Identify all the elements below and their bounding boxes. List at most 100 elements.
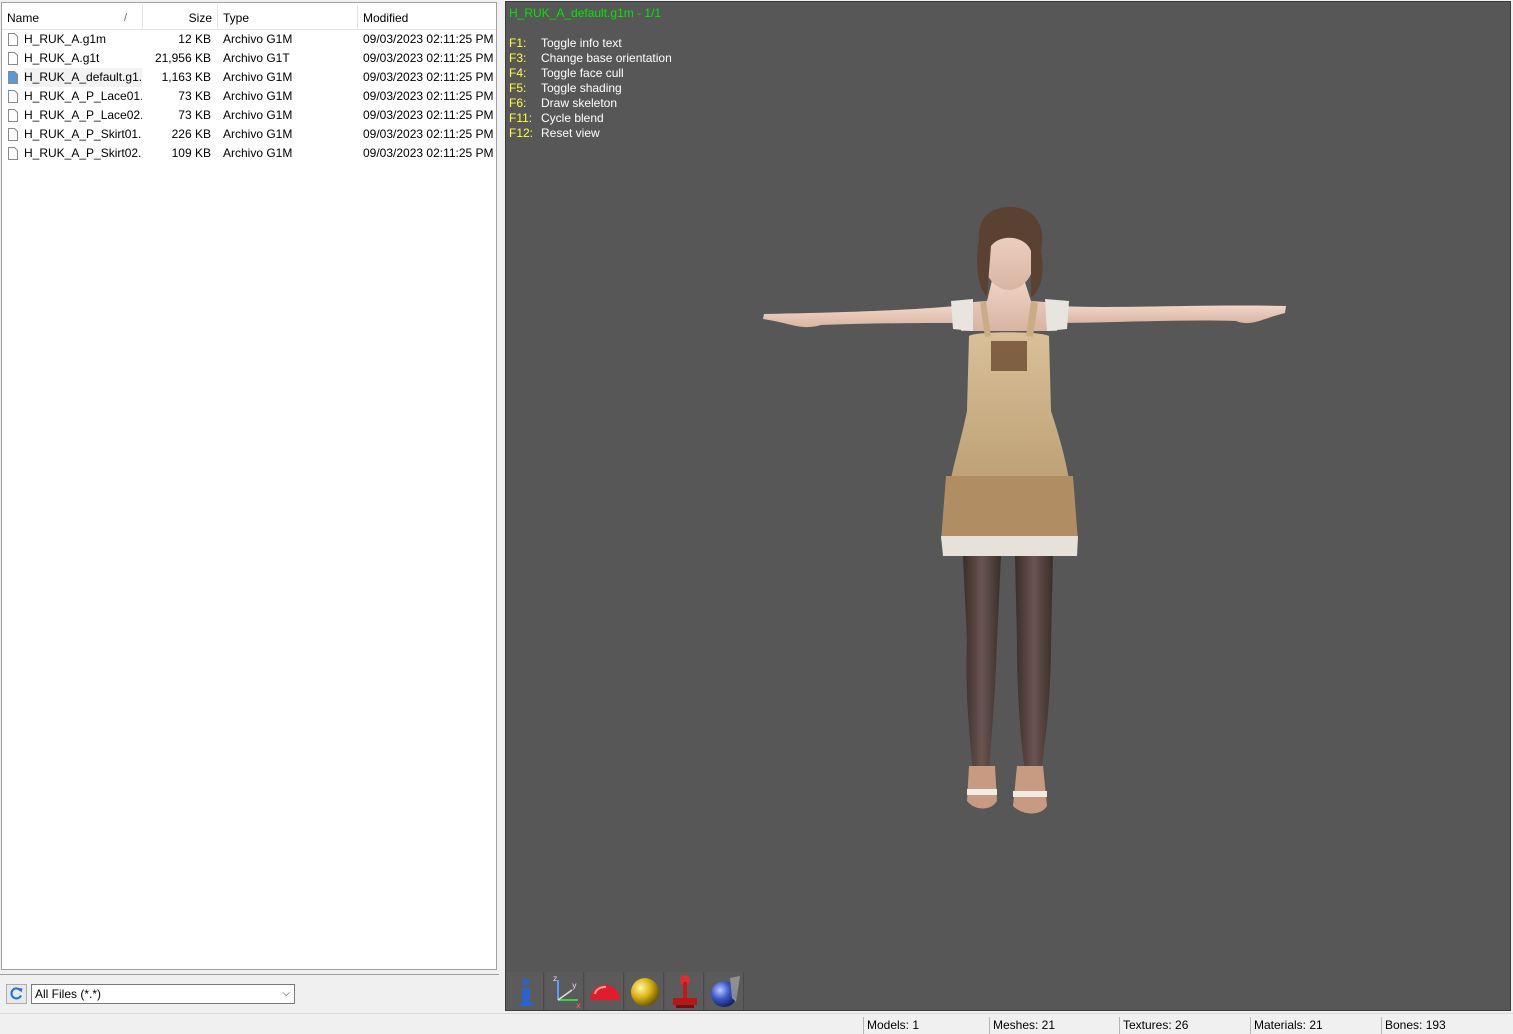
help-text: Toggle info text	[541, 36, 622, 50]
status-bar: Models: 1 Meshes: 21 Textures: 26 Materi…	[0, 1013, 1513, 1034]
file-size: 73 KB	[178, 108, 211, 122]
help-key: F1:	[509, 36, 527, 50]
column-header-size[interactable]: Size	[143, 5, 218, 29]
file-name: H_RUK_A_default.g1...	[24, 68, 142, 87]
help-key: F6:	[509, 96, 527, 110]
file-modified: 09/03/2023 02:11:25 PM	[363, 146, 493, 160]
file-type: Archivo G1M	[223, 32, 293, 46]
file-row[interactable]: H_RUK_A_P_Lace02.... 73 KB Archivo G1M 09/0…	[2, 106, 496, 125]
file-browser-pane: Name / Size Type Modified H_RUK_A.g1m 12 …	[0, 0, 499, 1013]
list-header: Name / Size Type Modified	[2, 5, 496, 30]
status-meshes: Meshes: 21	[989, 1017, 1119, 1034]
help-text: Toggle face cull	[541, 66, 624, 80]
file-size: 226 KB	[171, 127, 211, 141]
file-modified: 09/03/2023 02:11:25 PM	[363, 89, 493, 103]
column-modified-label: Modified	[363, 11, 409, 25]
status-models: Models: 1	[863, 1017, 989, 1034]
file-size: 1,163 KB	[161, 70, 211, 84]
help-text: Draw skeleton	[541, 96, 618, 110]
file-type: Archivo G1M	[223, 127, 293, 141]
svg-text:y: y	[572, 981, 577, 990]
file-row[interactable]: H_RUK_A_default.g1... 1,163 KB Archivo G1M…	[2, 68, 496, 87]
viewport-toolbar: z y x	[506, 972, 746, 1010]
file-modified: 09/03/2023 02:11:25 PM	[363, 127, 493, 141]
file-modified: 09/03/2023 02:11:25 PM	[363, 70, 493, 84]
help-key: F12:	[509, 126, 534, 140]
file-icon	[8, 90, 18, 103]
model-viewport[interactable]: H_RUK_A_default.g1m - 1/1 F1: Toggle info…	[505, 1, 1511, 1011]
column-size-label: Size	[188, 11, 212, 25]
status-textures: Textures: 26	[1119, 1017, 1250, 1034]
joystick-icon	[673, 975, 697, 1008]
info-button[interactable]	[506, 972, 544, 1010]
file-list[interactable]: Name / Size Type Modified H_RUK_A.g1m 12 …	[1, 2, 497, 970]
file-icon	[8, 52, 18, 65]
file-name: H_RUK_A.g1m	[24, 32, 107, 46]
status-materials: Materials: 21	[1250, 1017, 1381, 1034]
file-icon	[8, 147, 18, 160]
file-size: 12 KB	[178, 32, 211, 46]
skeleton-button[interactable]	[666, 972, 704, 1010]
sort-indicator: /	[124, 12, 128, 24]
file-name: H_RUK_A_P_Lace02....	[24, 108, 142, 122]
file-modified: 09/03/2023 02:11:25 PM	[363, 51, 493, 65]
help-text: Toggle shading	[541, 81, 622, 95]
svg-text:z: z	[553, 974, 557, 983]
file-name: H_RUK_A_P_Lace01....	[24, 89, 142, 103]
refresh-icon	[10, 987, 23, 1000]
file-row[interactable]: H_RUK_A.g1m 12 KB Archivo G1M 09/03/2023 02…	[2, 30, 496, 49]
file-type: Archivo G1M	[223, 108, 293, 122]
filter-bar: All Files (*.*) ⌵	[0, 974, 499, 1013]
help-text: Change base orientation	[541, 51, 672, 65]
file-type-filter-dropdown[interactable]: All Files (*.*) ⌵	[31, 984, 295, 1004]
material-ball-icon	[711, 976, 740, 1007]
file-type: Archivo G1M	[223, 70, 293, 84]
column-header-modified[interactable]: Modified	[358, 5, 496, 29]
file-row[interactable]: H_RUK_A_P_Skirt01.... 226 KB Archivo G1M 09…	[2, 125, 496, 144]
file-name: H_RUK_A_P_Skirt01....	[24, 127, 142, 141]
refresh-button[interactable]	[6, 984, 27, 1004]
file-row[interactable]: H_RUK_A_P_Skirt02.... 109 KB Archivo G1M 09…	[2, 144, 496, 163]
dome-icon	[590, 985, 620, 1000]
file-modified: 09/03/2023 02:11:25 PM	[363, 108, 493, 122]
character-model	[763, 206, 1286, 814]
file-type: Archivo G1M	[223, 89, 293, 103]
file-icon	[8, 33, 18, 46]
status-bones: Bones: 193	[1381, 1017, 1513, 1034]
file-icon	[8, 109, 18, 122]
column-name-label: Name	[7, 11, 40, 25]
filter-value: All Files (*.*)	[35, 987, 102, 1001]
svg-text:x: x	[576, 1001, 581, 1010]
column-type-label: Type	[223, 11, 250, 25]
file-modified: 09/03/2023 02:11:25 PM	[363, 32, 493, 46]
help-text: Reset view	[541, 126, 600, 140]
file-type: Archivo G1T	[223, 51, 290, 65]
help-key: F11:	[509, 111, 533, 125]
help-key: F5:	[509, 81, 527, 95]
info-icon	[519, 978, 533, 1006]
help-text: Cycle blend	[541, 111, 604, 125]
help-key: F4:	[509, 66, 527, 80]
help-key: F3:	[509, 51, 527, 65]
file-icon	[8, 128, 18, 141]
axes-icon: z y x	[553, 974, 581, 1010]
shading-sphere-button[interactable]	[626, 972, 664, 1010]
axes-button[interactable]: z y x	[546, 972, 584, 1010]
file-name: H_RUK_A.g1t	[24, 51, 100, 65]
file-type: Archivo G1M	[223, 146, 293, 160]
sphere-icon	[631, 978, 659, 1006]
file-size: 109 KB	[171, 146, 211, 160]
file-rows: H_RUK_A.g1m 12 KB Archivo G1M 09/03/2023 02…	[2, 30, 496, 163]
file-icon	[8, 71, 18, 84]
file-size: 21,956 KB	[154, 51, 211, 65]
file-row[interactable]: H_RUK_A_P_Lace01.... 73 KB Archivo G1M 09/0…	[2, 87, 496, 106]
column-header-type[interactable]: Type	[218, 5, 358, 29]
file-name: H_RUK_A_P_Skirt02....	[24, 146, 142, 160]
dome-button[interactable]	[586, 972, 624, 1010]
chevron-down-icon: ⌵	[282, 988, 290, 999]
file-size: 73 KB	[178, 89, 211, 103]
viewport-title: H_RUK_A_default.g1m - 1/1	[509, 6, 662, 20]
material-button[interactable]	[706, 972, 744, 1010]
file-row[interactable]: H_RUK_A.g1t 21,956 KB Archivo G1T 09/03/202…	[2, 49, 496, 68]
column-header-name[interactable]: Name /	[2, 5, 143, 29]
